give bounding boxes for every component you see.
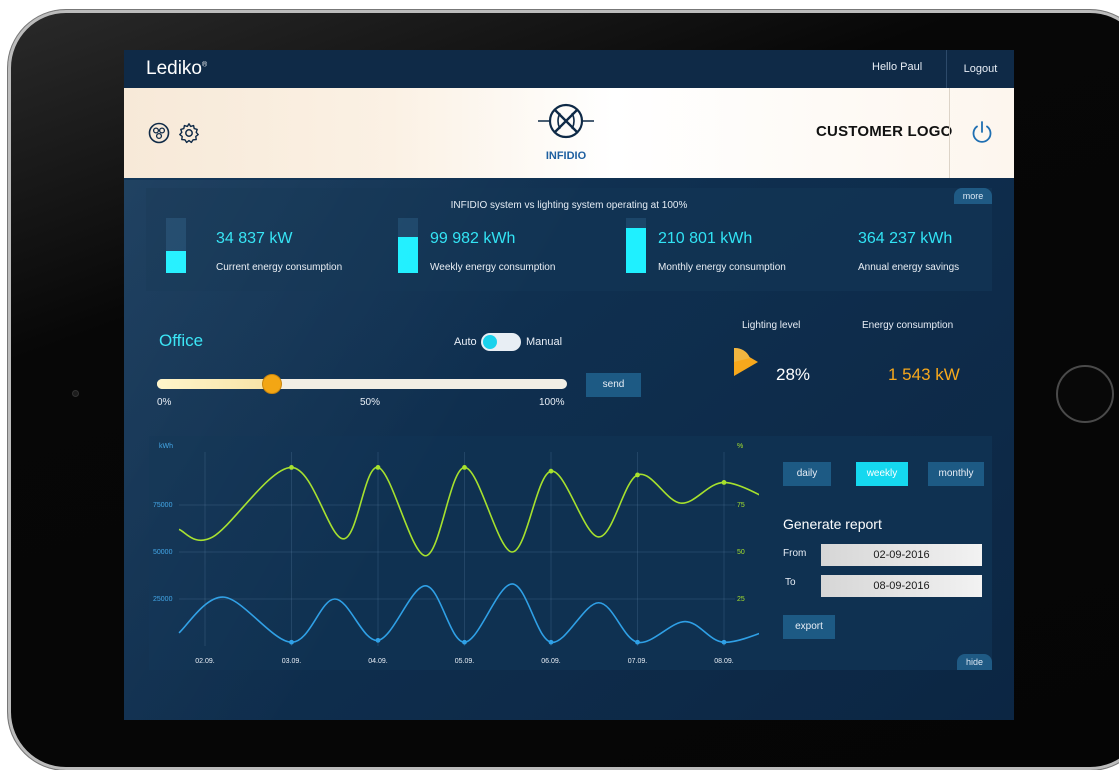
chart-data-point [289,465,294,470]
y-right-tick-label: 75 [737,502,745,509]
app-screen: Lediko® Hello Paul Logout INFIDIO CUSTOM… [124,50,1014,720]
chart-data-point [721,480,727,485]
stat-value: 99 982 kWh [430,230,516,247]
gear-icon[interactable] [178,122,200,144]
lighting-slider[interactable] [157,374,567,394]
chart-series-line [178,466,759,557]
stat-label: Monthly energy consumption [658,262,786,273]
send-button[interactable]: send [586,373,641,397]
energy-chart-panel: 75000 50000 25000 75 50 25 kWh% 02.09. 03.09. 04.… [149,436,992,670]
stat-bar [626,218,646,273]
stat-bar-fill [626,227,646,273]
product-name: INFIDIO [545,150,587,162]
more-button[interactable]: more [954,188,992,204]
lighting-level-heading: Lighting level [742,320,801,331]
stat-bar-fill [166,251,186,273]
stat-bar [166,218,186,273]
weekly-button[interactable]: weekly [856,462,908,486]
energy-stats-panel: INFIDIO system vs lighting system operat… [146,188,992,291]
x-tick-label: 04.09. [368,658,388,665]
energy-consumption-value: 1 543 kW [888,365,960,384]
stat-value: 34 837 kW [216,230,293,247]
power-zone [949,88,1014,178]
daily-button[interactable]: daily [783,462,831,486]
chart-data-point [375,465,381,470]
y-left-tick-label: 25000 [153,596,173,603]
chart-data-point [721,639,727,645]
stat-label: Current energy consumption [216,262,343,273]
chart-data-point [548,468,554,474]
stat-bar-fill [398,237,418,273]
x-tick-label: 06.09. [541,658,561,665]
auto-label: Auto [454,336,477,348]
energy-consumption-heading: Energy consumption [862,320,954,331]
from-date-field[interactable]: 02-09-2016 [821,544,982,566]
connections-icon[interactable] [148,122,170,144]
brand-logo[interactable]: Lediko® [146,58,207,80]
monthly-button[interactable]: monthly [928,462,984,486]
chart-data-point [635,472,640,478]
stat-bar [398,218,418,273]
customer-logo: CUSTOMER LOGO [816,123,953,140]
home-button[interactable] [1056,365,1114,423]
lighting-level-value: 28% [776,365,811,384]
stat-label: Weekly energy consumption [430,262,556,273]
logout-button[interactable]: Logout [946,50,1014,88]
stat-value: 210 801 kWh [658,230,753,247]
export-button[interactable]: export [783,615,835,639]
chart-data-point [548,639,554,645]
y-left-tick-label: 50000 [153,549,173,556]
camera [72,390,79,397]
report-title: Generate report [783,516,882,532]
y-right-tick-label: 25 [737,596,745,603]
hide-button[interactable]: hide [957,654,992,670]
slider-tick-100: 100% [539,397,565,408]
chart-data-point [462,465,467,470]
lighting-level-icon [734,347,758,376]
slider-thumb[interactable] [261,374,282,394]
slider-tick-50: 50% [360,397,381,408]
chart-data-point [289,639,294,645]
stat-label: Annual energy savings [858,262,960,273]
to-date-field[interactable]: 08-09-2016 [821,575,982,597]
chart-data-point [375,637,381,643]
slider-tick-0: 0% [157,397,172,408]
x-tick-label: 05.09. [455,658,475,665]
y-left-unit-label: kWh [159,443,173,450]
chart-series-line [178,583,759,644]
chart-data-point [462,639,467,645]
power-icon[interactable] [970,120,994,144]
y-right-tick-label: 50 [737,549,745,556]
infidio-logo-icon [538,103,594,139]
energy-line-chart: 75000 50000 25000 75 50 25 kWh % 02.09. 03.09. 04.… [153,443,759,665]
y-left-tick-label: 75000 [153,502,173,509]
user-greeting: Hello Paul [872,61,923,73]
x-tick-label: 07.09. [628,658,648,665]
toggle-knob [483,335,497,349]
x-tick-label: 02.09. [195,658,215,665]
stats-heading: INFIDIO system vs lighting system operat… [450,200,688,211]
y-right-unit-label: % [737,443,743,450]
slider-fill [157,379,272,389]
manual-label: Manual [526,336,563,348]
to-label: To [785,577,796,588]
chart-data-point [635,639,640,645]
stat-value: 364 237 kWh [858,230,953,247]
x-tick-label: 03.09. [282,658,302,665]
from-label: From [783,548,807,559]
x-tick-label: 08.09. [714,658,734,665]
banner: INFIDIO CUSTOMER LOGO [124,88,1014,178]
top-bar: Lediko® Hello Paul Logout [124,50,1014,88]
zone-title: Office [159,331,204,350]
auto-manual-toggle[interactable] [481,333,521,351]
